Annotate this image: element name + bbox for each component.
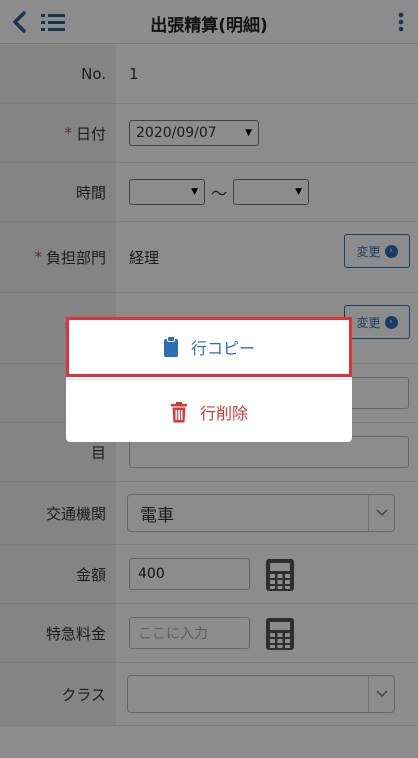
copy-row-label: 行コピー (190, 339, 255, 358)
row-action-dialog: 行コピー 行削除 (66, 317, 352, 442)
trash-icon (170, 401, 187, 422)
copy-row-button[interactable]: 行コピー (66, 317, 352, 377)
divider (66, 379, 352, 380)
clipboard-icon (163, 336, 178, 357)
delete-row-button[interactable]: 行削除 (66, 382, 352, 442)
delete-row-label: 行削除 (199, 404, 248, 423)
